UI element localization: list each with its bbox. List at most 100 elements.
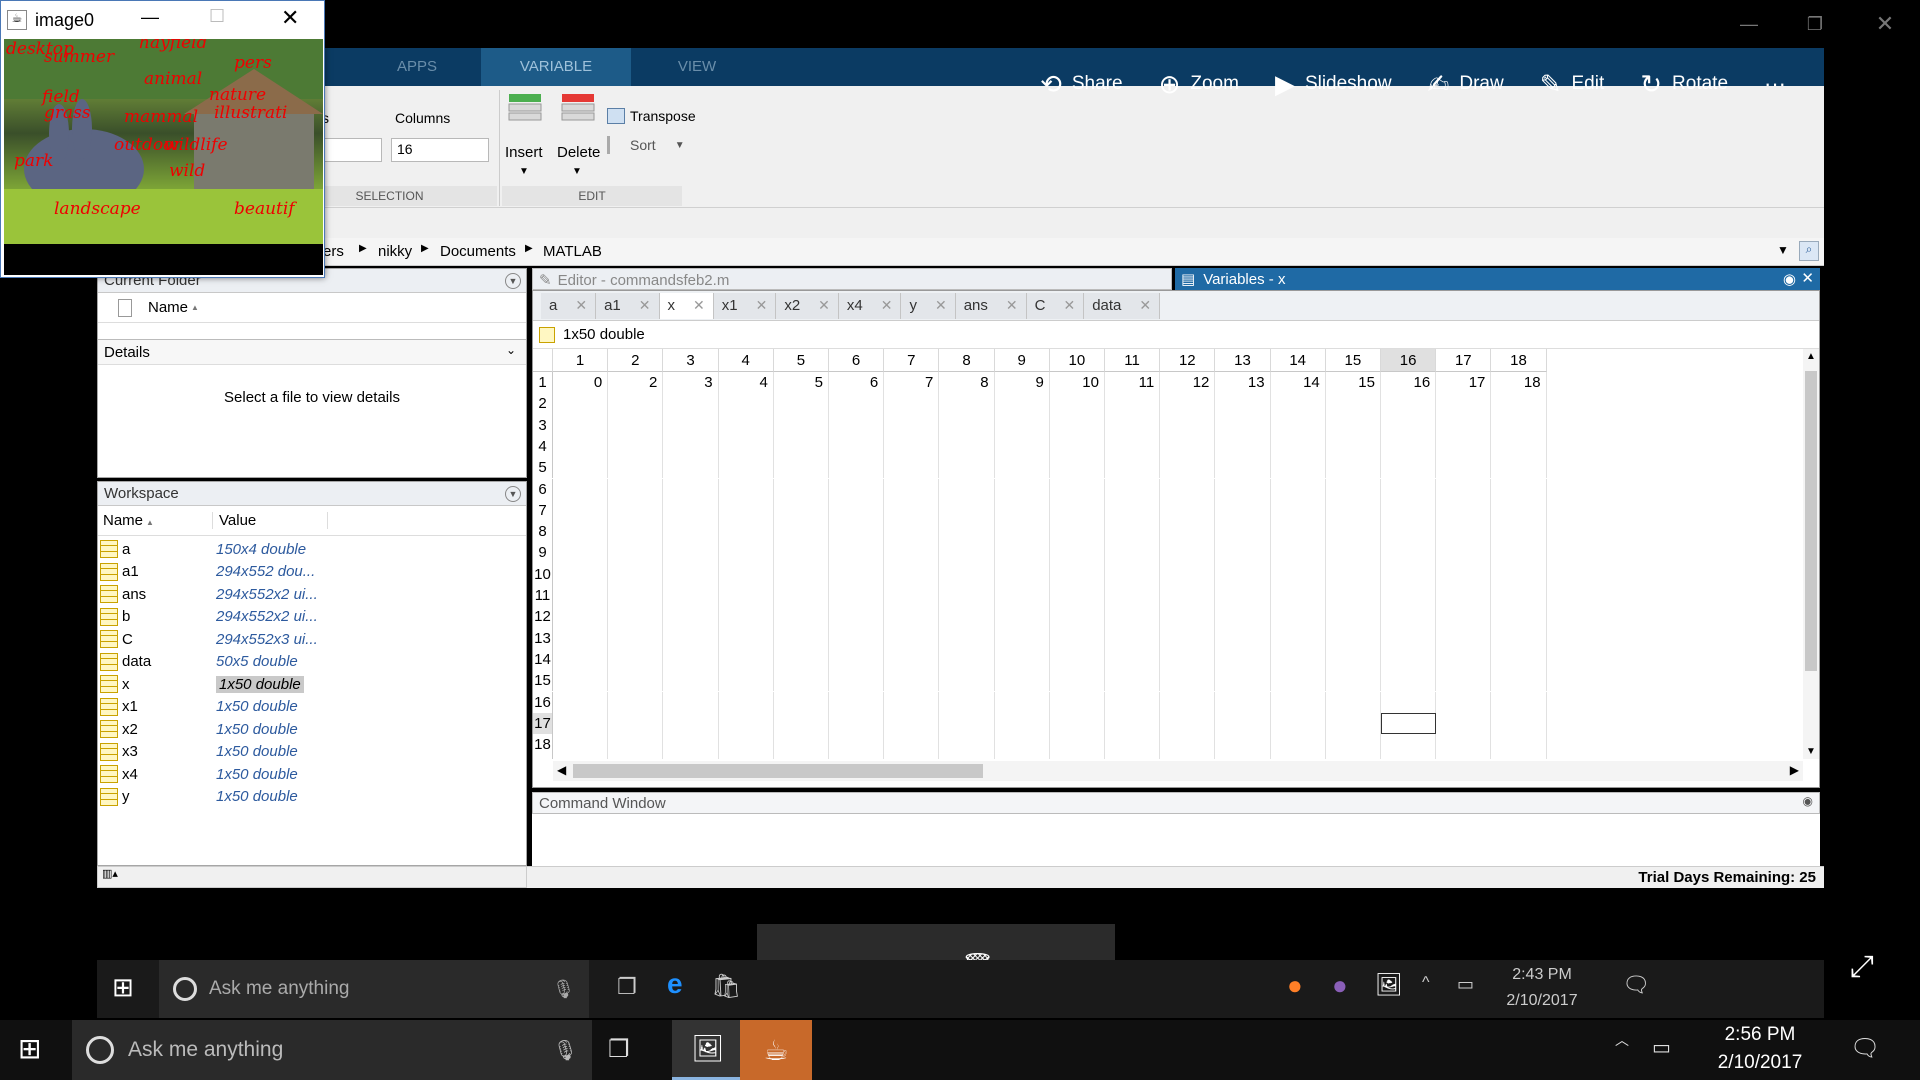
grid-cell[interactable] xyxy=(1215,414,1271,436)
grid-cell[interactable] xyxy=(1436,648,1492,671)
grid-cell[interactable] xyxy=(995,542,1050,564)
grid-cell[interactable] xyxy=(553,606,609,628)
grid-cell[interactable] xyxy=(1215,734,1271,756)
path-segment[interactable]: MATLAB xyxy=(543,243,602,260)
path-segment[interactable]: Documents xyxy=(440,243,516,260)
grid-cell[interactable] xyxy=(663,755,719,759)
grid-cell[interactable] xyxy=(1326,478,1381,500)
grid-cell[interactable] xyxy=(995,755,1050,759)
grid-cell[interactable] xyxy=(1491,457,1547,479)
clock-date[interactable]: 2/10/2017 xyxy=(1700,1052,1820,1074)
grid-cell[interactable] xyxy=(1271,755,1326,759)
draw-button[interactable]: ✍ Draw xyxy=(1410,54,1522,114)
columns-field[interactable]: 16 xyxy=(391,138,489,162)
grid-cell[interactable] xyxy=(608,670,664,692)
grid-cell[interactable] xyxy=(1050,734,1105,756)
path-segment[interactable]: nikky xyxy=(378,243,412,260)
grid-cell[interactable] xyxy=(939,563,995,585)
grid-cell[interactable] xyxy=(1050,563,1105,585)
close-tab-icon[interactable]: ✕ xyxy=(1063,297,1075,314)
grid-cell[interactable] xyxy=(884,542,940,564)
grid-cell[interactable] xyxy=(1160,627,1216,649)
grid-cell[interactable] xyxy=(774,627,829,649)
column-header[interactable]: 10 xyxy=(1049,349,1105,372)
grid-cell[interactable] xyxy=(608,521,664,543)
grid-cell[interactable] xyxy=(939,435,995,458)
grid-cell[interactable] xyxy=(1381,521,1437,543)
grid-cell[interactable] xyxy=(1381,627,1437,649)
grid-cell[interactable] xyxy=(1160,670,1216,692)
grid-cell[interactable] xyxy=(1491,606,1547,628)
grid-cell[interactable] xyxy=(995,499,1050,522)
grid-cell[interactable] xyxy=(663,648,719,671)
grid-cell[interactable] xyxy=(1381,414,1437,436)
grid-cell[interactable] xyxy=(1050,457,1105,479)
close-button[interactable]: ✕ xyxy=(1850,0,1920,48)
grid-cell[interactable] xyxy=(1381,542,1437,564)
grid-cell[interactable] xyxy=(939,457,995,479)
grid-cell[interactable] xyxy=(663,627,719,649)
grid-cell[interactable] xyxy=(608,542,664,564)
grid-cell[interactable] xyxy=(1160,478,1216,500)
column-header[interactable]: 12 xyxy=(1160,349,1216,372)
column-header[interactable]: 16 xyxy=(1381,349,1437,372)
close-icon[interactable]: ✕ xyxy=(1801,269,1814,287)
grid-cell[interactable] xyxy=(829,670,885,692)
panel-menu-icon[interactable]: ◉ xyxy=(1803,794,1813,808)
grid-cell[interactable] xyxy=(1160,585,1216,607)
variable-tab[interactable]: ans ✕ xyxy=(955,292,1027,319)
workspace-row[interactable]: y 1x50 double xyxy=(98,786,526,809)
grid-cell[interactable] xyxy=(995,712,1050,735)
grid-cell[interactable] xyxy=(1215,606,1271,628)
grid-cell[interactable] xyxy=(995,648,1050,671)
windows-start-icon[interactable]: ⊞ xyxy=(112,972,134,1003)
row-header[interactable]: 17 xyxy=(533,712,553,735)
grid-cell[interactable] xyxy=(608,393,664,415)
grid-cell[interactable] xyxy=(608,585,664,607)
variable-tab[interactable]: a1 ✕ xyxy=(596,292,660,319)
grid-cell[interactable] xyxy=(1491,393,1547,415)
grid-cell[interactable] xyxy=(1050,755,1105,759)
grid-cell[interactable] xyxy=(1326,585,1381,607)
grid-cell[interactable] xyxy=(884,478,940,500)
close-tab-icon[interactable]: ✕ xyxy=(881,297,893,314)
grid-cell[interactable] xyxy=(884,435,940,458)
grid-cell[interactable] xyxy=(1326,499,1381,522)
java-taskbar-icon[interactable]: ☕ xyxy=(740,1020,812,1080)
grid-cell[interactable] xyxy=(1381,712,1437,735)
zoom-button[interactable]: ⊕ Zoom xyxy=(1141,54,1257,114)
grid-cell[interactable] xyxy=(995,414,1050,436)
grid-cell[interactable] xyxy=(939,712,995,735)
row-header[interactable]: 7 xyxy=(533,499,553,522)
grid-cell[interactable] xyxy=(1271,435,1326,458)
grid-cell[interactable] xyxy=(995,478,1050,500)
grid-cell[interactable] xyxy=(553,414,609,436)
task-view-icon[interactable]: ❐ xyxy=(617,974,637,1000)
grid-cell[interactable] xyxy=(774,542,829,564)
command-window-body[interactable] xyxy=(532,814,1820,866)
grid-cell[interactable] xyxy=(608,457,664,479)
grid-cell[interactable] xyxy=(995,457,1050,479)
grid-cell[interactable] xyxy=(1436,734,1492,756)
grid-cell[interactable] xyxy=(1271,457,1326,479)
grid-cell[interactable] xyxy=(1215,542,1271,564)
grid-cell[interactable] xyxy=(1271,712,1326,735)
grid-cell[interactable] xyxy=(1326,627,1381,649)
grid-cell[interactable] xyxy=(1215,563,1271,585)
grid-cell[interactable] xyxy=(1105,606,1161,628)
grid-cell[interactable] xyxy=(1381,585,1437,607)
grid-cell[interactable] xyxy=(553,627,609,649)
grid-cell[interactable] xyxy=(1381,478,1437,500)
grid-cell[interactable] xyxy=(1050,648,1105,671)
close-button[interactable]: ✕ xyxy=(281,5,299,31)
grid-cell[interactable] xyxy=(663,691,719,713)
grid-cell[interactable] xyxy=(1215,648,1271,671)
grid-cell[interactable] xyxy=(1271,606,1326,628)
grid-cell[interactable] xyxy=(1326,606,1381,628)
grid-cell[interactable] xyxy=(829,542,885,564)
cortana-search[interactable]: Ask me anything 🎙 xyxy=(159,960,589,1018)
grid-cell[interactable] xyxy=(884,585,940,607)
sort-button[interactable]: Sort ▼ xyxy=(607,136,685,154)
row-header[interactable]: 10 xyxy=(533,563,553,585)
row-header[interactable]: 19 xyxy=(533,755,553,759)
